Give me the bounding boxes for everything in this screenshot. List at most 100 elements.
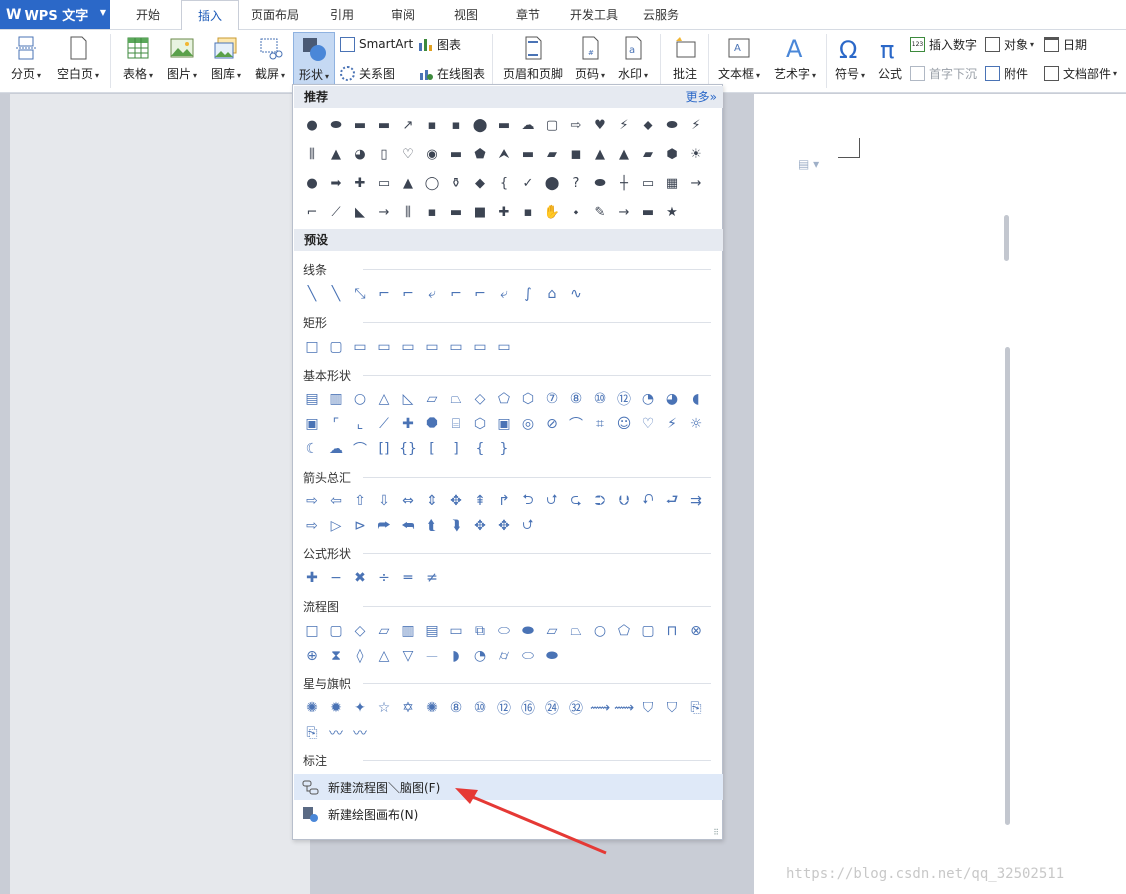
- flowchart-shape-option[interactable]: ⬭: [492, 618, 516, 643]
- basic-shape-option[interactable]: ☾: [300, 436, 324, 461]
- flowchart-shape-option[interactable]: ⊗: [684, 618, 708, 643]
- shape-option[interactable]: ▬: [636, 198, 660, 227]
- shape-option[interactable]: ✚: [492, 198, 516, 227]
- shape-option[interactable]: ⬟: [468, 140, 492, 169]
- flowchart-shape-option[interactable]: ▤: [420, 618, 444, 643]
- shape-option[interactable]: ▰: [540, 140, 564, 169]
- header-footer-button[interactable]: 页眉和页脚: [500, 32, 566, 88]
- line-shape-option[interactable]: ⌐: [468, 281, 492, 306]
- basic-shape-option[interactable]: ◕: [660, 386, 684, 411]
- basic-shape-option[interactable]: ⌸: [444, 411, 468, 436]
- line-shape-option[interactable]: ⤡: [348, 281, 372, 306]
- app-menu-button[interactable]: 𝗪 WPS 文字 ▼: [0, 0, 110, 29]
- smartart-button[interactable]: SmartArt: [340, 34, 413, 54]
- shape-option[interactable]: ┼: [612, 169, 636, 198]
- blank-page-button[interactable]: 空白页 ▾: [52, 32, 104, 88]
- star-shape-option[interactable]: ⟿: [588, 695, 612, 720]
- basic-shape-option[interactable]: ⌒: [348, 436, 372, 461]
- object-button[interactable]: 对象 ▾: [985, 34, 1034, 54]
- basic-shape-option[interactable]: }: [492, 436, 516, 461]
- arrow-shape-option[interactable]: ⮏: [636, 488, 660, 513]
- arrow-shape-option[interactable]: ⮯: [444, 513, 468, 538]
- basic-shape-option[interactable]: ⬠: [492, 386, 516, 411]
- tab-cloud[interactable]: 云服务: [638, 0, 684, 30]
- star-shape-option[interactable]: ✺: [300, 695, 324, 720]
- resize-grip-icon[interactable]: ⠿: [713, 828, 719, 837]
- shape-option[interactable]: ◼: [564, 140, 588, 169]
- picture-button[interactable]: 图片 ▾: [162, 32, 202, 88]
- shape-option[interactable]: ✎: [588, 198, 612, 227]
- document-page[interactable]: [754, 94, 1126, 894]
- shape-option[interactable]: ▦: [660, 169, 684, 198]
- star-shape-option[interactable]: ⑯: [516, 695, 540, 720]
- basic-shape-option[interactable]: ⬡: [516, 386, 540, 411]
- arrow-shape-option[interactable]: ⮐: [660, 488, 684, 513]
- flowchart-shape-option[interactable]: ▱: [372, 618, 396, 643]
- flowchart-shape-option[interactable]: ⏤: [420, 643, 444, 668]
- arrow-shape-option[interactable]: ⮍: [516, 513, 540, 538]
- line-shape-option[interactable]: ⤶: [492, 281, 516, 306]
- equation-shape-option[interactable]: ✚: [300, 565, 324, 590]
- document-icon[interactable]: ▤ ▾: [798, 157, 819, 171]
- flowchart-shape-option[interactable]: ⧗: [324, 643, 348, 668]
- basic-shape-option[interactable]: ♡: [636, 411, 660, 436]
- shape-option[interactable]: ➡: [324, 169, 348, 198]
- arrow-shape-option[interactable]: ⇧: [348, 488, 372, 513]
- shape-option[interactable]: ⚡: [684, 111, 708, 140]
- basic-shape-option[interactable]: ⊘: [540, 411, 564, 436]
- rect-shape-option[interactable]: ▢: [324, 334, 348, 359]
- flowchart-shape-option[interactable]: ▢: [324, 618, 348, 643]
- basic-shape-option[interactable]: ▤: [300, 386, 324, 411]
- arrow-shape-option[interactable]: ⮍: [540, 488, 564, 513]
- shape-option[interactable]: ?: [564, 169, 588, 198]
- equation-shape-option[interactable]: ✖: [348, 565, 372, 590]
- star-shape-option[interactable]: ⑫: [492, 695, 516, 720]
- shape-option[interactable]: ☁: [516, 111, 540, 140]
- flowchart-shape-option[interactable]: ⏢: [564, 618, 588, 643]
- basic-shape-option[interactable]: ⏢: [444, 386, 468, 411]
- basic-shape-option[interactable]: ⑩: [588, 386, 612, 411]
- basic-shape-option[interactable]: ▣: [492, 411, 516, 436]
- scrollbar[interactable]: [1004, 215, 1009, 261]
- watermark-button[interactable]: a 水印 ▾: [613, 32, 653, 88]
- insert-number-button[interactable]: 123 插入数字: [910, 34, 977, 54]
- star-shape-option[interactable]: ⑧: [444, 695, 468, 720]
- shape-option[interactable]: ✚: [348, 169, 372, 198]
- line-shape-option[interactable]: ⤶: [420, 281, 444, 306]
- arrow-shape-option[interactable]: ⇨: [300, 513, 324, 538]
- tab-insert[interactable]: 插入: [181, 0, 239, 31]
- flowchart-shape-option[interactable]: ⊓: [660, 618, 684, 643]
- basic-shape-option[interactable]: ☼: [684, 411, 708, 436]
- flowchart-shape-option[interactable]: ◗: [444, 643, 468, 668]
- new-flowchart-item[interactable]: 新建流程图＼脑图(F): [294, 774, 723, 800]
- drop-cap-button[interactable]: 首字下沉: [910, 63, 977, 83]
- arrow-shape-option[interactable]: ⮫: [372, 513, 396, 538]
- line-shape-option[interactable]: ⌐: [396, 281, 420, 306]
- rect-shape-option[interactable]: ▭: [396, 334, 420, 359]
- shape-option[interactable]: ◉: [420, 140, 444, 169]
- arrow-shape-option[interactable]: ⮪: [396, 513, 420, 538]
- basic-shape-option[interactable]: ⑧: [564, 386, 588, 411]
- shape-option[interactable]: ▬: [444, 140, 468, 169]
- flowchart-shape-option[interactable]: ⬬: [516, 618, 540, 643]
- line-shape-option[interactable]: ∿: [564, 281, 588, 306]
- arrow-shape-option[interactable]: ✥: [468, 513, 492, 538]
- tab-references[interactable]: 引用: [322, 0, 362, 30]
- screenshot-button[interactable]: 截屏 ▾: [250, 32, 290, 88]
- textbox-button[interactable]: A 文本框 ▾: [714, 32, 764, 88]
- shape-option[interactable]: ◣: [348, 198, 372, 227]
- doc-parts-button[interactable]: 文档部件 ▾: [1044, 63, 1117, 83]
- document-page-left[interactable]: [10, 94, 310, 894]
- shape-option[interactable]: ★: [660, 198, 684, 227]
- tab-view[interactable]: 视图: [446, 0, 486, 30]
- flowchart-shape-option[interactable]: △: [372, 643, 396, 668]
- tab-developer[interactable]: 开发工具: [565, 0, 623, 30]
- rect-shape-option[interactable]: ▭: [348, 334, 372, 359]
- shape-option[interactable]: ●: [300, 111, 324, 140]
- basic-shape-option[interactable]: ◔: [636, 386, 660, 411]
- shape-option[interactable]: ▬: [492, 111, 516, 140]
- flowchart-shape-option[interactable]: ▽: [396, 643, 420, 668]
- basic-shape-option[interactable]: ◎: [516, 411, 540, 436]
- flowchart-shape-option[interactable]: ⬬: [540, 643, 564, 668]
- basic-shape-option[interactable]: ⚡: [660, 411, 684, 436]
